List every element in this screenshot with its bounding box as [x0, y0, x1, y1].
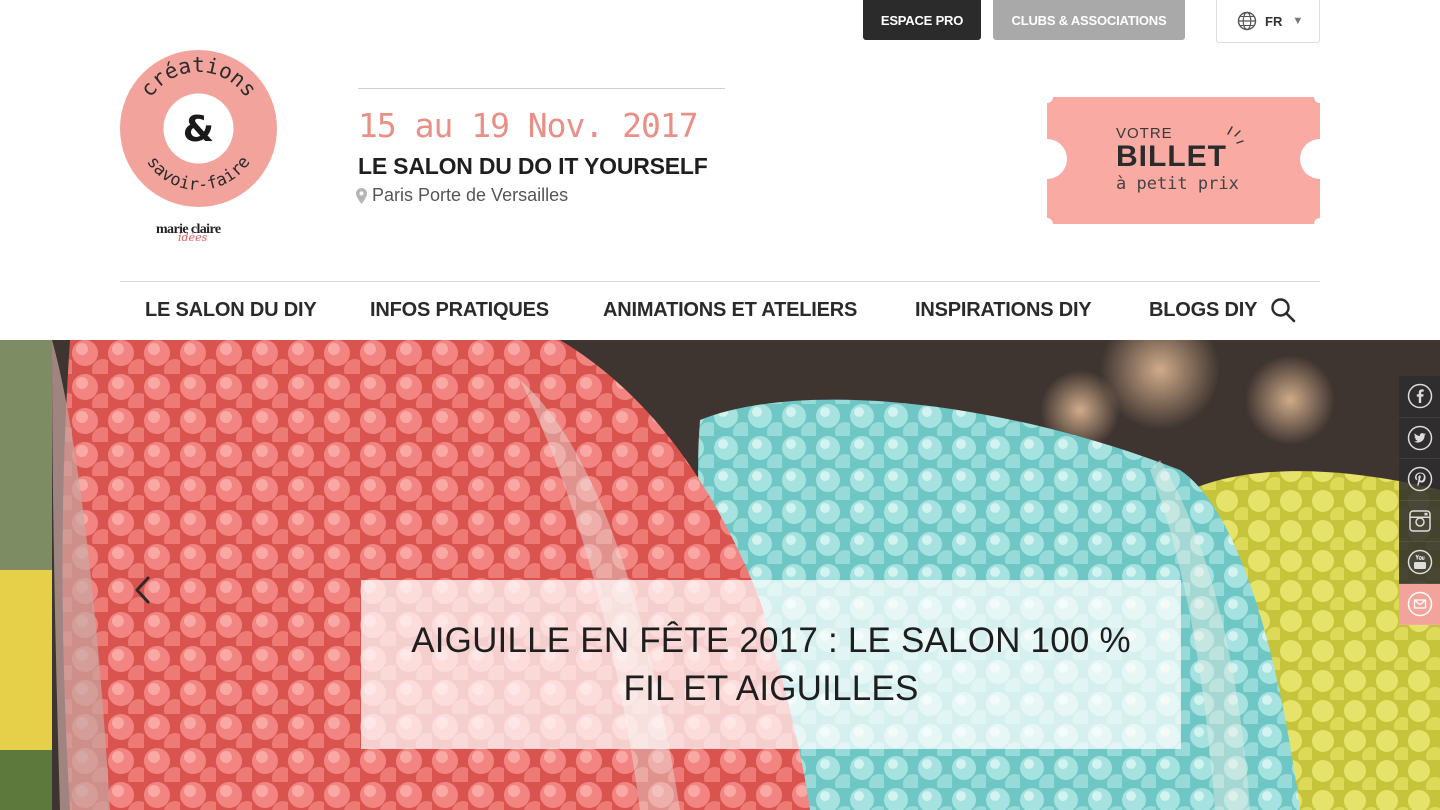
- mail-icon: [1407, 591, 1432, 616]
- facebook-icon: [1407, 384, 1432, 409]
- pinterest-icon: [1407, 467, 1432, 492]
- twitter-icon: [1407, 425, 1432, 450]
- event-location-text: Paris Porte de Versailles: [372, 185, 569, 205]
- language-label: FR: [1265, 13, 1283, 29]
- header-divider: [358, 88, 725, 89]
- marie-claire-brand: marie claire idées: [156, 220, 242, 246]
- hero-caption[interactable]: AIGUILLE EN FÊTE 2017 : LE SALON 100 % F…: [361, 580, 1181, 749]
- map-pin-icon: [356, 187, 367, 204]
- chevron-down-icon: ▼: [1292, 15, 1304, 27]
- search-icon[interactable]: [1270, 297, 1296, 323]
- clubs-associations-button[interactable]: CLUBS & ASSOCIATIONS: [993, 0, 1185, 40]
- language-selector[interactable]: FR ▼: [1216, 0, 1320, 43]
- ticket-label[interactable]: VOTRE BILLET à petit prix: [1116, 125, 1239, 194]
- social-sidebar: [1399, 376, 1440, 625]
- brand-sub: idées: [178, 231, 208, 244]
- event-title: LE SALON DU DO IT YOURSELF: [358, 153, 708, 179]
- ticket-line3: à petit prix: [1116, 174, 1239, 194]
- site-logo[interactable]: créations savoir-faire &: [120, 50, 277, 207]
- twitter-button[interactable]: [1399, 417, 1440, 459]
- nav-item-salon-diy[interactable]: LE SALON DU DIY: [145, 299, 317, 322]
- event-date: 15 au 19 Nov. 2017: [358, 106, 699, 145]
- ticket-line2: BILLET: [1116, 140, 1227, 173]
- youtube-button[interactable]: [1399, 542, 1440, 584]
- youtube-icon: [1407, 550, 1432, 575]
- pinterest-button[interactable]: [1399, 459, 1440, 501]
- facebook-button[interactable]: [1399, 376, 1440, 418]
- event-location: Paris Porte de Versailles: [356, 185, 568, 206]
- logo-ampersand: &: [183, 109, 214, 150]
- espace-pro-button[interactable]: ESPACE PRO: [863, 0, 981, 40]
- nav-item-blogs-diy[interactable]: BLOGS DIY: [1149, 299, 1257, 322]
- newsletter-button[interactable]: [1399, 583, 1440, 625]
- main-nav: LE SALON DU DIY INFOS PRATIQUES ANIMATIO…: [120, 282, 1320, 340]
- instagram-icon: [1408, 510, 1431, 532]
- chevron-left-icon[interactable]: [128, 572, 156, 608]
- nav-item-animations-ateliers[interactable]: ANIMATIONS ET ATELIERS: [603, 299, 857, 322]
- nav-item-inspirations-diy[interactable]: INSPIRATIONS DIY: [915, 299, 1092, 322]
- instagram-button[interactable]: [1399, 500, 1440, 542]
- globe-icon: [1237, 11, 1257, 31]
- hero-slider[interactable]: AIGUILLE EN FÊTE 2017 : LE SALON 100 % F…: [0, 340, 1440, 810]
- hero-caption-text: AIGUILLE EN FÊTE 2017 : LE SALON 100 % F…: [411, 620, 1131, 708]
- nav-item-infos-pratiques[interactable]: INFOS PRATIQUES: [370, 299, 549, 322]
